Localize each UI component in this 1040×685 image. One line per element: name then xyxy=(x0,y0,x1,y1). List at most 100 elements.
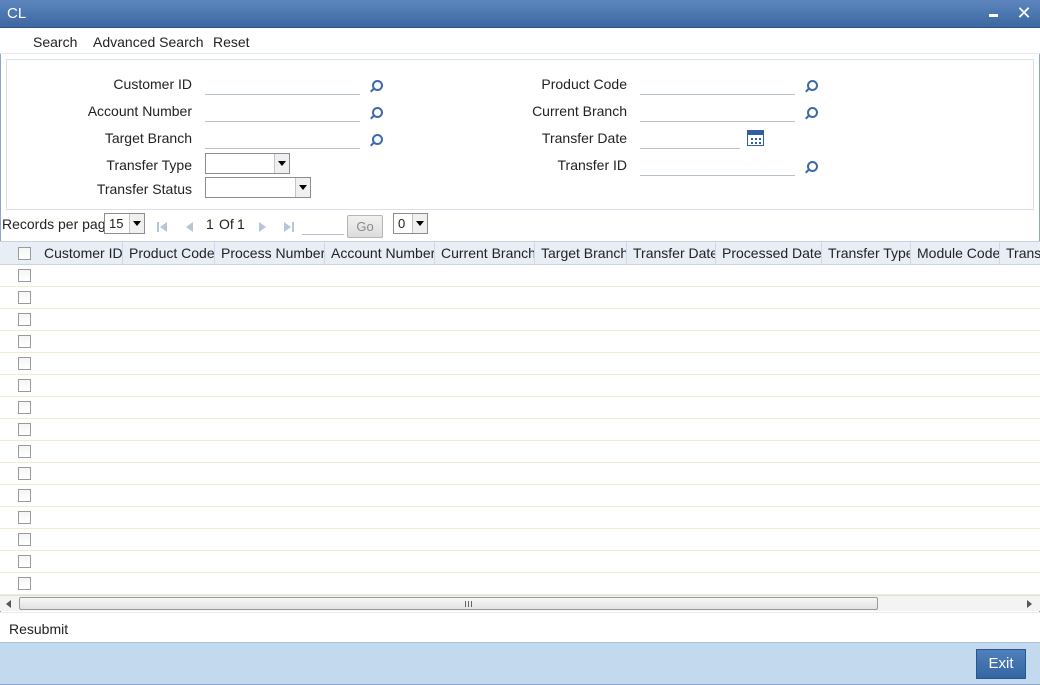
row-checkbox[interactable] xyxy=(18,313,31,326)
target-branch-search-icon[interactable] xyxy=(369,134,383,147)
current-branch-field[interactable] xyxy=(640,102,795,122)
column-header[interactable]: Account Number xyxy=(325,242,435,265)
table-row[interactable] xyxy=(0,485,1040,507)
row-checkbox[interactable] xyxy=(18,335,31,348)
previous-page-icon[interactable] xyxy=(184,221,196,233)
column-header[interactable]: Processed Date xyxy=(716,242,822,265)
results-table: Customer ID Product Code Process Number … xyxy=(0,241,1040,597)
table-row[interactable] xyxy=(0,397,1040,419)
table-row[interactable] xyxy=(0,551,1040,573)
grip-icon xyxy=(465,601,472,607)
exit-button[interactable]: Exit xyxy=(976,649,1026,679)
product-code-field[interactable] xyxy=(640,75,795,95)
current-branch-label: Current Branch xyxy=(532,103,627,119)
row-checkbox[interactable] xyxy=(18,467,31,480)
column-header[interactable]: Product Code xyxy=(123,242,215,265)
scroll-left-icon[interactable] xyxy=(6,600,11,608)
transfer-id-field[interactable] xyxy=(640,156,795,176)
scrollbar-thumb[interactable] xyxy=(19,597,878,610)
column-header[interactable]: Process Number xyxy=(215,242,325,265)
product-code-label: Product Code xyxy=(541,76,627,92)
chevron-down-icon xyxy=(274,154,289,173)
product-code-search-icon[interactable] xyxy=(804,80,818,93)
reset-button[interactable]: Reset xyxy=(213,34,250,50)
transfer-type-label: Transfer Type xyxy=(106,157,192,173)
transfer-status-select[interactable] xyxy=(205,177,311,198)
table-row[interactable] xyxy=(0,463,1040,485)
select-all-checkbox[interactable] xyxy=(18,247,31,260)
account-number-label: Account Number xyxy=(87,103,192,119)
column-header[interactable]: Current Branch xyxy=(435,242,535,265)
transfer-id-label: Transfer ID xyxy=(557,157,628,173)
table-row[interactable] xyxy=(0,507,1040,529)
customer-id-label: Customer ID xyxy=(113,76,192,92)
search-criteria-panel: Customer ID Account Number Target Branch… xyxy=(6,59,1034,210)
column-header[interactable]: Module Code xyxy=(911,242,1000,265)
table-row[interactable] xyxy=(0,573,1040,595)
row-checkbox[interactable] xyxy=(18,489,31,502)
row-checkbox[interactable] xyxy=(18,445,31,458)
customer-id-search-icon[interactable] xyxy=(369,80,383,93)
row-checkbox[interactable] xyxy=(18,577,31,590)
table-row[interactable] xyxy=(0,441,1040,463)
target-branch-field[interactable] xyxy=(205,129,360,149)
current-branch-search-icon[interactable] xyxy=(804,107,818,120)
table-body xyxy=(0,265,1040,595)
transfer-status-label: Transfer Status xyxy=(96,181,192,197)
minimize-icon[interactable] xyxy=(984,4,1002,22)
search-button[interactable]: Search xyxy=(33,34,77,50)
table-row[interactable] xyxy=(0,419,1040,441)
account-number-search-icon[interactable] xyxy=(369,107,383,120)
row-checkbox[interactable] xyxy=(18,423,31,436)
row-checkbox[interactable] xyxy=(18,511,31,524)
window-title: CL xyxy=(7,5,27,22)
records-per-page-value: 15 xyxy=(109,216,124,231)
table-row[interactable] xyxy=(0,529,1040,551)
next-page-icon[interactable] xyxy=(257,221,269,233)
advanced-search-button[interactable]: Advanced Search xyxy=(93,34,204,50)
transfer-date-label: Transfer Date xyxy=(541,130,627,146)
table-row[interactable] xyxy=(0,353,1040,375)
scroll-right-icon[interactable] xyxy=(1027,600,1032,608)
table-row[interactable] xyxy=(0,265,1040,287)
transfer-id-search-icon[interactable] xyxy=(804,161,818,174)
row-checkbox[interactable] xyxy=(18,269,31,282)
row-checkbox[interactable] xyxy=(18,379,31,392)
action-bar: Resubmit xyxy=(0,612,1040,642)
account-number-field[interactable] xyxy=(205,102,360,122)
close-icon[interactable]: ✕ xyxy=(1015,4,1033,22)
table-row[interactable] xyxy=(0,331,1040,353)
customer-id-field[interactable] xyxy=(205,75,360,95)
chevron-down-icon xyxy=(129,214,144,233)
column-header[interactable]: Transfer Type xyxy=(822,242,911,265)
row-checkbox[interactable] xyxy=(18,291,31,304)
table-row[interactable] xyxy=(0,287,1040,309)
column-header[interactable]: Transfer xyxy=(1000,242,1040,265)
transfer-date-field[interactable] xyxy=(640,129,740,149)
row-checkbox[interactable] xyxy=(18,357,31,370)
calendar-icon[interactable] xyxy=(747,130,764,146)
table-row[interactable] xyxy=(0,309,1040,331)
row-checkbox[interactable] xyxy=(18,401,31,414)
go-button[interactable]: Go xyxy=(347,215,383,238)
records-per-page-label: Records per page xyxy=(2,216,114,232)
page-of-label: Of xyxy=(219,216,234,232)
records-per-page-select[interactable]: 15 xyxy=(104,213,145,234)
column-header[interactable]: Target Branch xyxy=(535,242,627,265)
resubmit-button[interactable]: Resubmit xyxy=(9,621,68,637)
target-branch-label: Target Branch xyxy=(104,130,192,146)
column-header[interactable]: Transfer Date xyxy=(627,242,716,265)
go-to-page-input[interactable] xyxy=(302,218,344,235)
chevron-down-icon xyxy=(412,214,427,233)
table-row[interactable] xyxy=(0,375,1040,397)
current-page-number: 1 xyxy=(206,216,214,232)
toolbar: Search Advanced Search Reset xyxy=(0,28,1040,54)
row-checkbox[interactable] xyxy=(18,533,31,546)
horizontal-scrollbar[interactable] xyxy=(0,595,1040,611)
last-page-icon[interactable] xyxy=(284,221,296,233)
transfer-type-select[interactable] xyxy=(205,153,290,174)
page-select[interactable]: 0 xyxy=(393,213,428,234)
column-header[interactable]: Customer ID xyxy=(38,242,123,265)
row-checkbox[interactable] xyxy=(18,555,31,568)
first-page-icon[interactable] xyxy=(157,221,169,233)
